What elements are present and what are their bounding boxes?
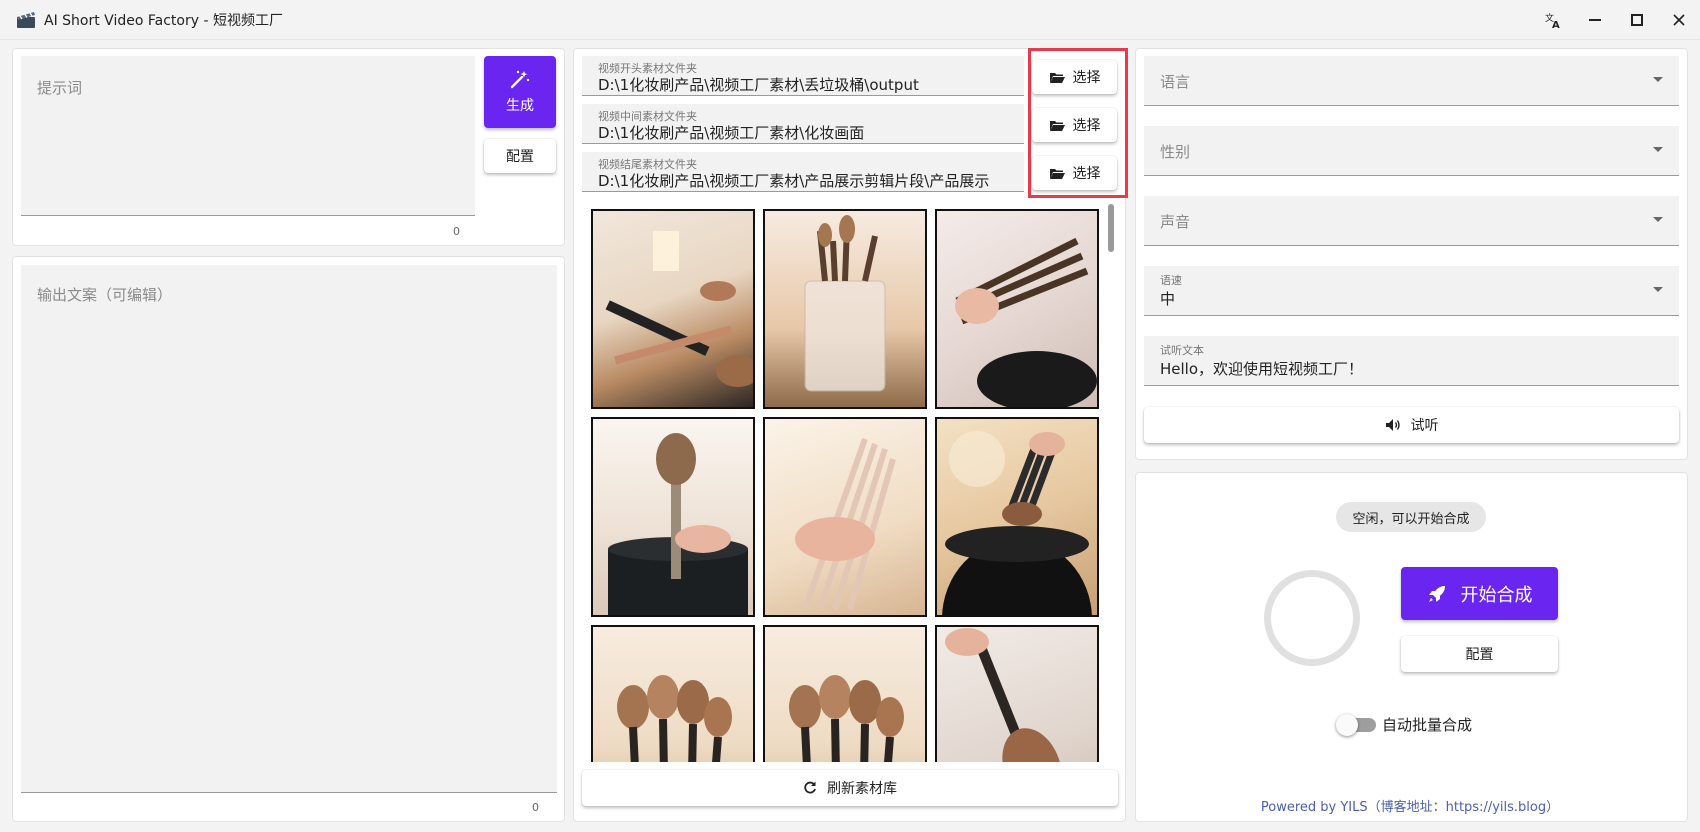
thumbnail-brush-set-2[interactable]	[763, 625, 927, 762]
rocket-icon	[1428, 585, 1445, 602]
output-textarea[interactable]	[21, 265, 557, 793]
speed-label: 语速	[1160, 274, 1182, 287]
start-compose-label: 开始合成	[1460, 584, 1533, 606]
gallery-scrollbar[interactable]	[1108, 204, 1114, 252]
voice-select[interactable]: 声音	[1144, 196, 1679, 246]
refresh-icon	[804, 781, 816, 794]
material-gallery[interactable]	[582, 200, 1118, 762]
chevron-down-icon	[1653, 287, 1663, 292]
thumbnail-brushes-in-black-cup[interactable]	[935, 417, 1099, 617]
listen-label: 试听	[1410, 418, 1439, 434]
translate-icon[interactable]: 文A	[1532, 0, 1574, 40]
prompt-placeholder: 提示词	[37, 79, 83, 97]
svg-text:A: A	[1552, 20, 1560, 29]
chevron-down-icon	[1653, 77, 1663, 82]
thumbnail-hand-holding-brushes[interactable]	[935, 209, 1099, 409]
thumbnail-brush-set-1[interactable]	[591, 625, 755, 762]
speed-value: 中	[1160, 290, 1176, 308]
gender-select[interactable]: 性别	[1144, 126, 1679, 176]
clapperboard-icon	[16, 11, 36, 29]
folder-start-path: D:\1化妆刷产品\视频工厂素材\丢垃圾桶\output	[598, 76, 919, 94]
generate-button[interactable]: 生成	[484, 56, 556, 128]
annotation-highlight-box	[1028, 48, 1128, 198]
thumbnail-hands-with-brushes[interactable]	[763, 417, 927, 617]
prompt-char-count: 0	[453, 225, 460, 238]
preview-text-input[interactable]: 试听文本 Hello，欢迎使用短视频工厂！	[1144, 336, 1679, 386]
close-button[interactable]	[1658, 0, 1700, 40]
folder-field-start[interactable]: 视频开头素材文件夹 D:\1化妆刷产品\视频工厂素材\丢垃圾桶\output	[582, 56, 1024, 96]
status-badge: 空闲，可以开始合成	[1336, 502, 1486, 532]
speaker-icon	[1385, 419, 1400, 431]
chevron-down-icon	[1653, 147, 1663, 152]
prompt-input[interactable]	[21, 56, 475, 216]
listen-button[interactable]: 试听	[1144, 407, 1679, 443]
prompt-config-button[interactable]: 配置	[484, 139, 556, 173]
progress-ring	[1264, 570, 1360, 666]
voice-placeholder: 声音	[1160, 213, 1191, 231]
folder-field-middle[interactable]: 视频中间素材文件夹 D:\1化妆刷产品\视频工厂素材\化妆画面	[582, 104, 1024, 144]
auto-batch-toggle-thumb[interactable]	[1336, 714, 1358, 736]
refresh-label: 刷新素材库	[827, 781, 897, 797]
folder-field-end[interactable]: 视频结尾素材文件夹 D:\1化妆刷产品\视频工厂素材\产品展示剪辑片段\产品展示	[582, 152, 1024, 192]
preview-text-label: 试听文本	[1160, 344, 1204, 357]
language-select[interactable]: 语言	[1144, 56, 1679, 106]
chevron-down-icon	[1653, 217, 1663, 222]
folder-middle-path: D:\1化妆刷产品\视频工厂素材\化妆画面	[598, 124, 865, 142]
maximize-button[interactable]	[1616, 0, 1658, 40]
thumbnail-brushes-in-glass[interactable]	[763, 209, 927, 409]
compose-config-button[interactable]: 配置	[1401, 636, 1558, 672]
thumbnail-hand-single-brush[interactable]	[935, 625, 1099, 762]
thumbnail-brush-into-cup[interactable]	[591, 417, 755, 617]
output-char-count: 0	[532, 801, 539, 814]
thumbnail-brushes-on-table[interactable]	[591, 209, 755, 409]
speed-select[interactable]: 语速 中	[1144, 266, 1679, 316]
gender-placeholder: 性别	[1160, 143, 1191, 161]
footer-credit-link[interactable]: Powered by YILS（博客地址：https://yils.blog）	[1200, 796, 1620, 815]
output-placeholder: 输出文案（可编辑）	[37, 286, 173, 304]
preview-text-value: Hello，欢迎使用短视频工厂！	[1160, 360, 1364, 378]
start-compose-button[interactable]: 开始合成	[1401, 567, 1558, 620]
magic-wand-icon	[510, 70, 530, 89]
refresh-library-button[interactable]: 刷新素材库	[582, 770, 1118, 806]
minimize-button[interactable]	[1574, 0, 1616, 40]
language-placeholder: 语言	[1160, 73, 1191, 91]
folder-end-path: D:\1化妆刷产品\视频工厂素材\产品展示剪辑片段\产品展示	[598, 172, 990, 190]
voice-panel	[1135, 48, 1688, 460]
title-bar: AI Short Video Factory - 短视频工厂 文A	[0, 0, 1700, 40]
auto-batch-label: 自动批量合成	[1382, 716, 1473, 734]
generate-label: 生成	[506, 98, 534, 114]
window-title: AI Short Video Factory - 短视频工厂	[44, 12, 283, 29]
